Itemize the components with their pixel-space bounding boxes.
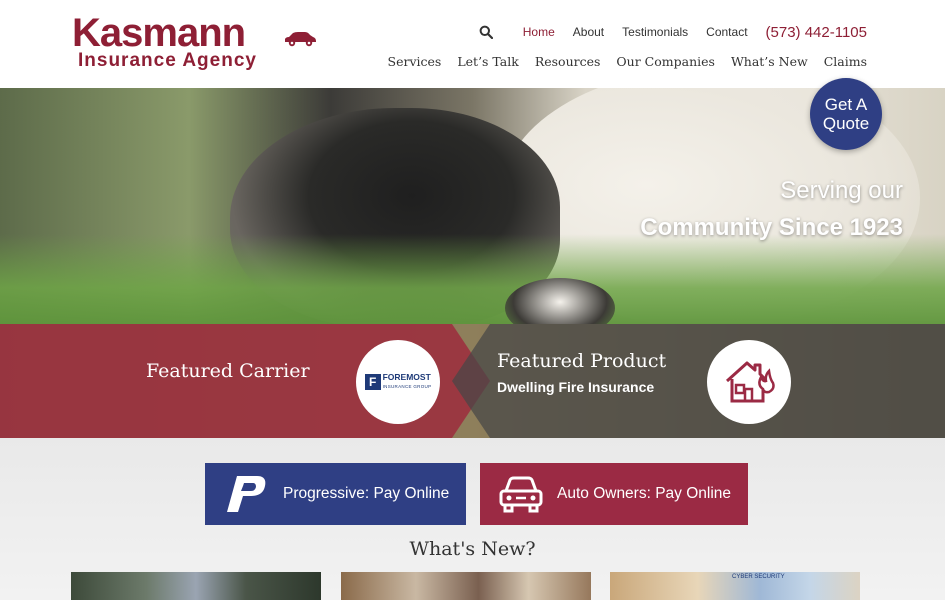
logo-tagline: Insurance Agency (78, 50, 257, 71)
nav-resources[interactable]: Resources (535, 54, 601, 69)
quote-button-line1: Get A (824, 95, 868, 114)
news-thumbnail-3-text: CYBER SECURITY (732, 574, 785, 580)
hero-banner: Serving our Community Since 1923 (0, 88, 945, 324)
top-nav: Home About Testimonials Contact (573) 44… (479, 22, 867, 42)
auto-owners-pay-label: Auto Owners: Pay Online (557, 485, 732, 502)
house-fire-icon (725, 361, 775, 403)
featured-carrier-label: Featured Carrier (146, 360, 310, 382)
nav-whats-new[interactable]: What’s New (731, 54, 808, 69)
foremost-name: FOREMOST (382, 372, 431, 382)
featured-product-name[interactable]: Dwelling Fire Insurance (497, 379, 654, 395)
featured-band: Featured Carrier F FOREMOST INSURANCE GR… (0, 324, 945, 438)
nav-contact[interactable]: Contact (706, 25, 747, 39)
foremost-mark-icon: F (364, 374, 381, 390)
featured-carrier-logo[interactable]: F FOREMOST INSURANCE GROUP (356, 340, 440, 424)
nav-services[interactable]: Services (388, 54, 442, 69)
progressive-logo-icon (227, 476, 266, 512)
nav-our-companies[interactable]: Our Companies (616, 54, 715, 69)
car-icon (285, 32, 316, 47)
kasmann-logo[interactable]: Kasmann Insurance Agency (72, 11, 322, 76)
site-header: Kasmann Insurance Agency Home About Test… (0, 0, 945, 88)
nav-claims[interactable]: Claims (824, 54, 867, 69)
hero-headline-line2: Community Since 1923 (640, 214, 903, 241)
nav-testimonials[interactable]: Testimonials (622, 25, 688, 39)
nav-lets-talk[interactable]: Let’s Talk (457, 54, 518, 69)
car-icon (499, 476, 543, 513)
featured-product-label: Featured Product (497, 350, 667, 372)
nav-home[interactable]: Home (523, 25, 555, 39)
progressive-pay-label: Progressive: Pay Online (283, 485, 450, 502)
news-thumbnail-3[interactable]: CYBER SECURITY (610, 572, 860, 600)
get-a-quote-button[interactable]: Get A Quote (810, 78, 882, 150)
search-icon[interactable] (479, 25, 493, 39)
hero-photo-grass (0, 234, 945, 324)
progressive-pay-online-button[interactable]: Progressive: Pay Online (205, 463, 466, 525)
foremost-sub: INSURANCE GROUP (382, 384, 432, 389)
hero-headline-line1: Serving our (780, 177, 903, 204)
lower-section: Progressive: Pay Online Auto Owners: Pay… (0, 438, 945, 600)
quote-button-line2: Quote (822, 114, 870, 133)
news-thumbnail-2[interactable] (341, 572, 591, 600)
phone-link[interactable]: (573) 442-1105 (766, 24, 867, 41)
nav-about[interactable]: About (573, 25, 604, 39)
whats-new-heading: What's New? (409, 538, 536, 560)
auto-owners-pay-online-button[interactable]: Auto Owners: Pay Online (480, 463, 748, 525)
main-nav: Services Let’s Talk Resources Our Compan… (372, 54, 867, 69)
news-thumbnail-1[interactable] (71, 572, 321, 600)
featured-product-icon-button[interactable] (707, 340, 791, 424)
